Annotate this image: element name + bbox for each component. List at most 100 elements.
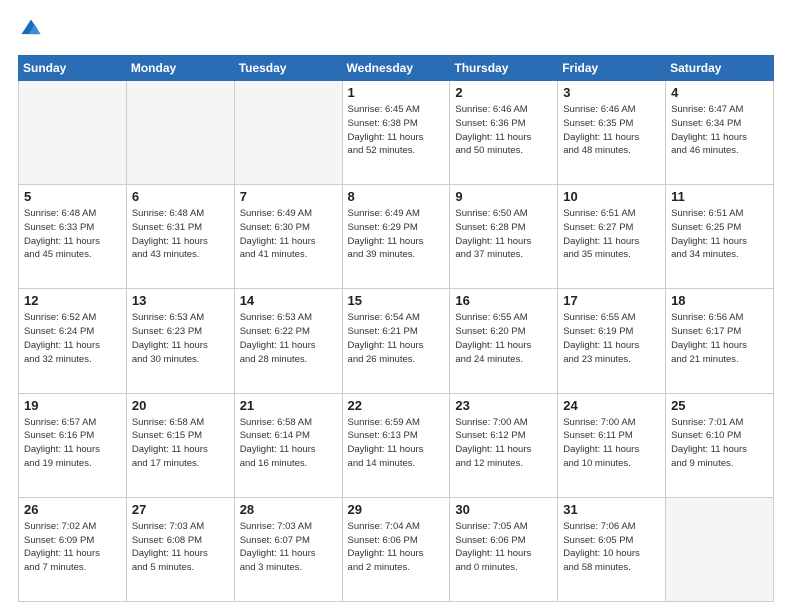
day-cell: 6 Sunrise: 6:48 AM Sunset: 6:31 PM Daylig… [126, 185, 234, 289]
day-cell: 1 Sunrise: 6:45 AM Sunset: 6:38 PM Daylig… [342, 81, 450, 185]
day-number: 25 [671, 398, 768, 413]
day-cell: 31 Sunrise: 7:06 AM Sunset: 6:05 PM Dayli… [558, 497, 666, 601]
day-info: Sunrise: 6:58 AM Sunset: 6:14 PM Dayligh… [240, 416, 337, 471]
day-number: 2 [455, 85, 552, 100]
day-cell: 21 Sunrise: 6:58 AM Sunset: 6:14 PM Dayli… [234, 393, 342, 497]
day-number: 16 [455, 293, 552, 308]
day-info: Sunrise: 7:00 AM Sunset: 6:12 PM Dayligh… [455, 416, 552, 471]
day-info: Sunrise: 6:54 AM Sunset: 6:21 PM Dayligh… [348, 311, 445, 366]
week-row-3: 12 Sunrise: 6:52 AM Sunset: 6:24 PM Dayli… [19, 289, 774, 393]
day-info: Sunrise: 7:03 AM Sunset: 6:08 PM Dayligh… [132, 520, 229, 575]
day-number: 17 [563, 293, 660, 308]
day-number: 7 [240, 189, 337, 204]
day-number: 5 [24, 189, 121, 204]
day-number: 9 [455, 189, 552, 204]
day-number: 13 [132, 293, 229, 308]
day-number: 29 [348, 502, 445, 517]
week-row-2: 5 Sunrise: 6:48 AM Sunset: 6:33 PM Daylig… [19, 185, 774, 289]
day-number: 3 [563, 85, 660, 100]
day-cell: 18 Sunrise: 6:56 AM Sunset: 6:17 PM Dayli… [666, 289, 774, 393]
day-cell: 27 Sunrise: 7:03 AM Sunset: 6:08 PM Dayli… [126, 497, 234, 601]
day-number: 18 [671, 293, 768, 308]
day-info: Sunrise: 7:04 AM Sunset: 6:06 PM Dayligh… [348, 520, 445, 575]
day-info: Sunrise: 6:48 AM Sunset: 6:33 PM Dayligh… [24, 207, 121, 262]
calendar-table: Sunday Monday Tuesday Wednesday Thursday… [18, 55, 774, 602]
day-info: Sunrise: 6:46 AM Sunset: 6:36 PM Dayligh… [455, 103, 552, 158]
day-number: 6 [132, 189, 229, 204]
day-number: 19 [24, 398, 121, 413]
day-info: Sunrise: 6:59 AM Sunset: 6:13 PM Dayligh… [348, 416, 445, 471]
logo [18, 18, 44, 45]
day-number: 4 [671, 85, 768, 100]
day-cell: 16 Sunrise: 6:55 AM Sunset: 6:20 PM Dayli… [450, 289, 558, 393]
day-cell: 8Sunrise: 6:49 AM Sunset: 6:29 PM Daylig… [342, 185, 450, 289]
logo-icon [20, 18, 42, 40]
header-row: Sunday Monday Tuesday Wednesday Thursday… [19, 56, 774, 81]
col-wednesday: Wednesday [342, 56, 450, 81]
day-info: Sunrise: 7:06 AM Sunset: 6:05 PM Dayligh… [563, 520, 660, 575]
day-number: 22 [348, 398, 445, 413]
day-cell: 13Sunrise: 6:53 AM Sunset: 6:23 PM Dayli… [126, 289, 234, 393]
day-info: Sunrise: 6:48 AM Sunset: 6:31 PM Dayligh… [132, 207, 229, 262]
day-number: 30 [455, 502, 552, 517]
day-number: 27 [132, 502, 229, 517]
day-info: Sunrise: 6:49 AM Sunset: 6:29 PM Dayligh… [348, 207, 445, 262]
day-number: 12 [24, 293, 121, 308]
col-sunday: Sunday [19, 56, 127, 81]
col-saturday: Saturday [666, 56, 774, 81]
day-cell: 19 Sunrise: 6:57 AM Sunset: 6:16 PM Dayli… [19, 393, 127, 497]
day-info: Sunrise: 6:51 AM Sunset: 6:25 PM Dayligh… [671, 207, 768, 262]
col-thursday: Thursday [450, 56, 558, 81]
day-cell: 4 Sunrise: 6:47 AM Sunset: 6:34 PM Daylig… [666, 81, 774, 185]
day-number: 1 [348, 85, 445, 100]
day-info: Sunrise: 6:52 AM Sunset: 6:24 PM Dayligh… [24, 311, 121, 366]
day-info: Sunrise: 7:01 AM Sunset: 6:10 PM Dayligh… [671, 416, 768, 471]
day-info: Sunrise: 7:02 AM Sunset: 6:09 PM Dayligh… [24, 520, 121, 575]
day-info: Sunrise: 6:55 AM Sunset: 6:19 PM Dayligh… [563, 311, 660, 366]
day-info: Sunrise: 6:47 AM Sunset: 6:34 PM Dayligh… [671, 103, 768, 158]
day-number: 28 [240, 502, 337, 517]
day-cell [126, 81, 234, 185]
day-number: 11 [671, 189, 768, 204]
day-info: Sunrise: 6:51 AM Sunset: 6:27 PM Dayligh… [563, 207, 660, 262]
day-cell: 14Sunrise: 6:53 AM Sunset: 6:22 PM Dayli… [234, 289, 342, 393]
day-info: Sunrise: 6:58 AM Sunset: 6:15 PM Dayligh… [132, 416, 229, 471]
day-info: Sunrise: 6:49 AM Sunset: 6:30 PM Dayligh… [240, 207, 337, 262]
day-info: Sunrise: 6:57 AM Sunset: 6:16 PM Dayligh… [24, 416, 121, 471]
day-cell: 26Sunrise: 7:02 AM Sunset: 6:09 PM Dayli… [19, 497, 127, 601]
day-cell: 30 Sunrise: 7:05 AM Sunset: 6:06 PM Dayli… [450, 497, 558, 601]
day-number: 15 [348, 293, 445, 308]
day-number: 31 [563, 502, 660, 517]
day-cell: 2 Sunrise: 6:46 AM Sunset: 6:36 PM Daylig… [450, 81, 558, 185]
week-row-1: 1 Sunrise: 6:45 AM Sunset: 6:38 PM Daylig… [19, 81, 774, 185]
day-cell [19, 81, 127, 185]
day-cell: 22 Sunrise: 6:59 AM Sunset: 6:13 PM Dayli… [342, 393, 450, 497]
day-cell: 9 Sunrise: 6:50 AM Sunset: 6:28 PM Daylig… [450, 185, 558, 289]
header [18, 18, 774, 45]
day-info: Sunrise: 7:03 AM Sunset: 6:07 PM Dayligh… [240, 520, 337, 575]
day-number: 21 [240, 398, 337, 413]
day-cell: 20 Sunrise: 6:58 AM Sunset: 6:15 PM Dayli… [126, 393, 234, 497]
day-info: Sunrise: 6:55 AM Sunset: 6:20 PM Dayligh… [455, 311, 552, 366]
day-info: Sunrise: 7:00 AM Sunset: 6:11 PM Dayligh… [563, 416, 660, 471]
day-cell [666, 497, 774, 601]
day-info: Sunrise: 6:50 AM Sunset: 6:28 PM Dayligh… [455, 207, 552, 262]
day-info: Sunrise: 6:45 AM Sunset: 6:38 PM Dayligh… [348, 103, 445, 158]
day-cell: 29 Sunrise: 7:04 AM Sunset: 6:06 PM Dayli… [342, 497, 450, 601]
day-cell: 7 Sunrise: 6:49 AM Sunset: 6:30 PM Daylig… [234, 185, 342, 289]
day-number: 24 [563, 398, 660, 413]
day-cell: 11 Sunrise: 6:51 AM Sunset: 6:25 PM Dayli… [666, 185, 774, 289]
day-number: 23 [455, 398, 552, 413]
day-cell: 10 Sunrise: 6:51 AM Sunset: 6:27 PM Dayli… [558, 185, 666, 289]
day-cell: 3 Sunrise: 6:46 AM Sunset: 6:35 PM Daylig… [558, 81, 666, 185]
day-number: 10 [563, 189, 660, 204]
day-number: 20 [132, 398, 229, 413]
day-info: Sunrise: 6:56 AM Sunset: 6:17 PM Dayligh… [671, 311, 768, 366]
day-cell: 28 Sunrise: 7:03 AM Sunset: 6:07 PM Dayli… [234, 497, 342, 601]
day-cell: 25 Sunrise: 7:01 AM Sunset: 6:10 PM Dayli… [666, 393, 774, 497]
day-number: 14 [240, 293, 337, 308]
day-info: Sunrise: 7:05 AM Sunset: 6:06 PM Dayligh… [455, 520, 552, 575]
day-cell [234, 81, 342, 185]
day-cell: 12 Sunrise: 6:52 AM Sunset: 6:24 PM Dayli… [19, 289, 127, 393]
day-info: Sunrise: 6:46 AM Sunset: 6:35 PM Dayligh… [563, 103, 660, 158]
